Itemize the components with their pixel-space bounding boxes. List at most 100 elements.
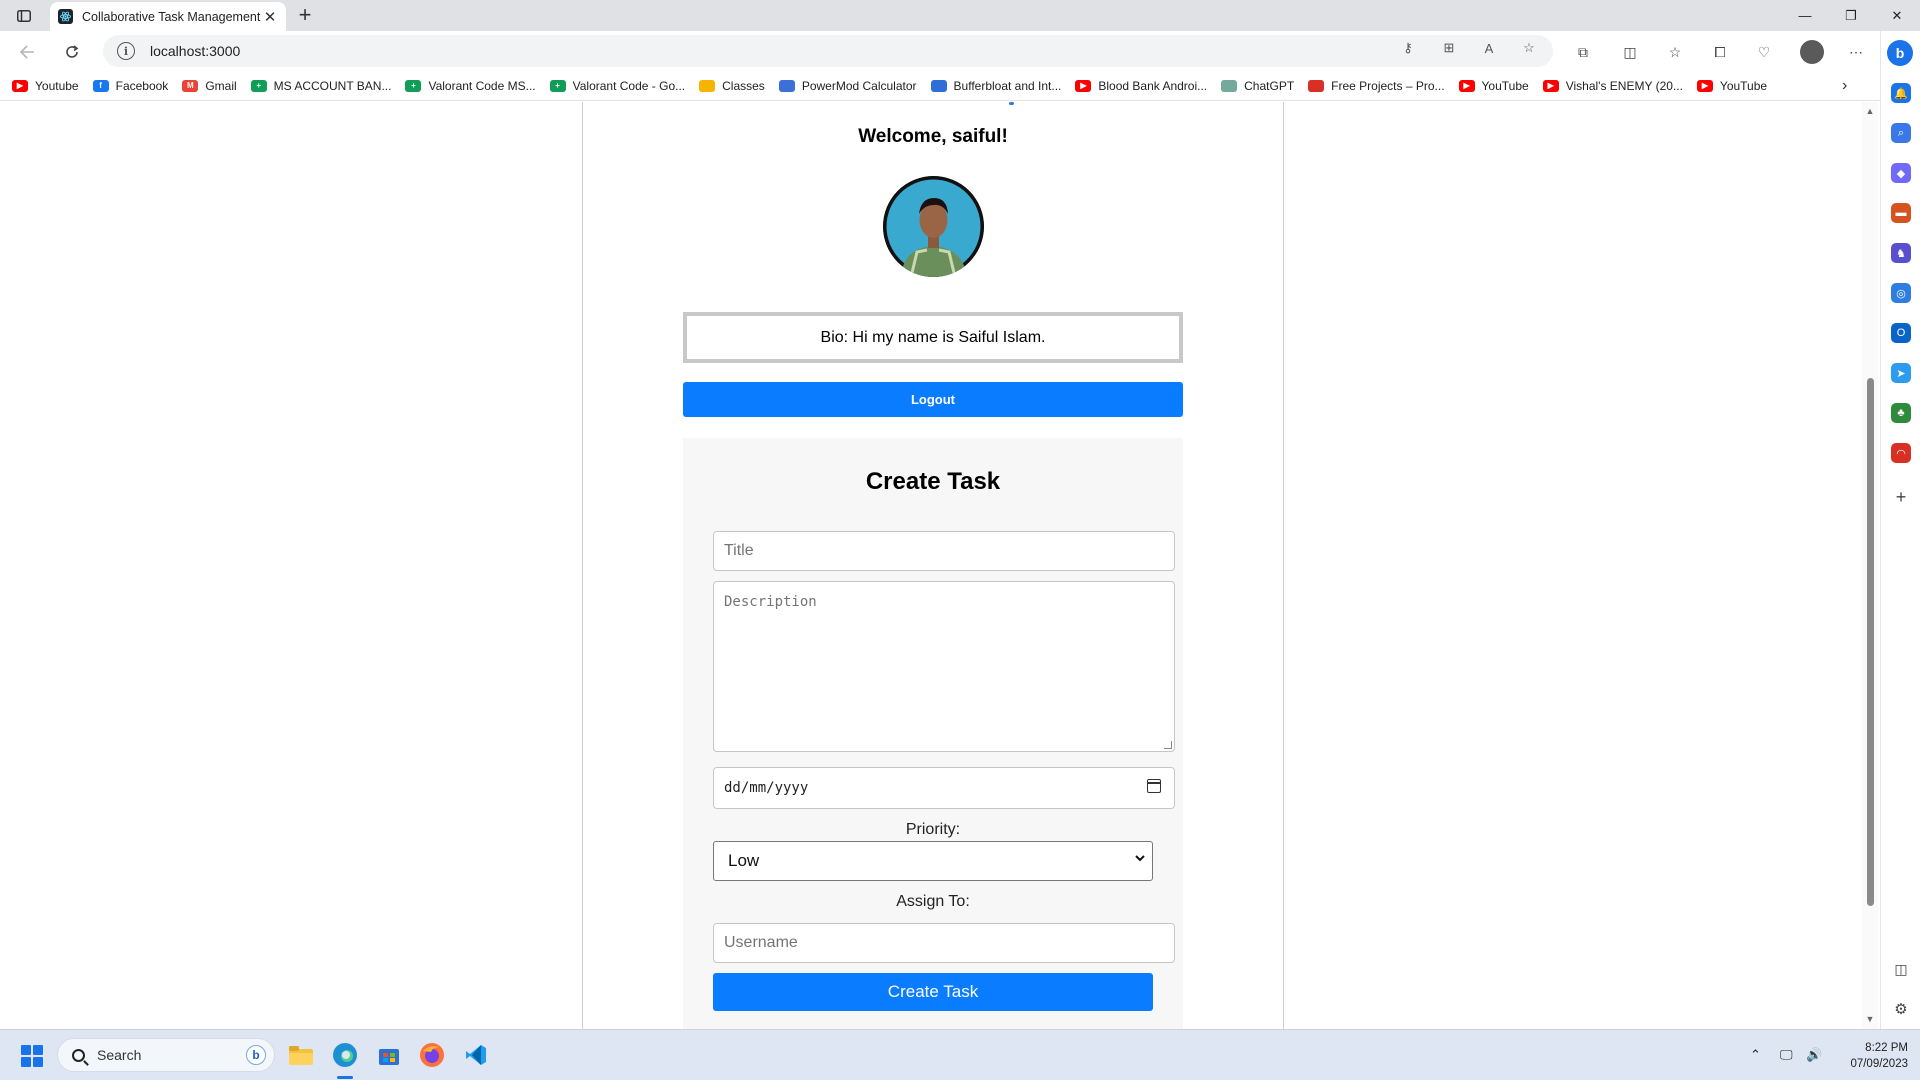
- bing-copilot-icon[interactable]: b: [1887, 40, 1913, 66]
- volume-icon[interactable]: 🔊: [1806, 1047, 1822, 1063]
- network-icon[interactable]: 🖵: [1780, 1047, 1793, 1063]
- outlook-icon[interactable]: O: [1891, 323, 1911, 343]
- bookmark-label: Valorant Code - Go...: [572, 78, 686, 93]
- browser-essentials-icon[interactable]: ♡: [1754, 42, 1774, 62]
- microsoft-store-icon[interactable]: [374, 1040, 404, 1070]
- send-icon[interactable]: ➤: [1891, 363, 1911, 383]
- new-tab-button[interactable]: +: [293, 4, 317, 28]
- collections-icon[interactable]: ⧠: [1710, 42, 1730, 62]
- refresh-button[interactable]: [59, 39, 85, 65]
- favorite-star-icon[interactable]: ☆: [1520, 39, 1538, 57]
- sheets-icon: +: [549, 79, 566, 92]
- bookmark-item[interactable]: f Facebook: [92, 79, 168, 93]
- bookmark-item[interactable]: Free Projects – Pro...: [1308, 79, 1445, 93]
- system-clock[interactable]: 8:22 PM 07/09/2023: [1830, 1040, 1908, 1072]
- games-icon[interactable]: ♞: [1891, 243, 1911, 263]
- tree-icon[interactable]: ♣: [1891, 403, 1911, 423]
- assign-to-label: Assign To:: [896, 893, 970, 910]
- settings-gear-icon[interactable]: ⚙: [1891, 999, 1911, 1019]
- add-sidebar-icon[interactable]: +: [1891, 487, 1911, 507]
- youtube-icon: ▶: [1542, 79, 1559, 92]
- notifications-icon[interactable]: 🔔: [1891, 83, 1911, 103]
- read-aloud-icon[interactable]: A: [1480, 39, 1498, 57]
- sheets-icon: +: [405, 79, 422, 92]
- app-available-icon[interactable]: ⊞: [1440, 39, 1458, 57]
- youtube-icon: ▶: [1458, 79, 1475, 92]
- calendar-icon[interactable]: [1147, 779, 1161, 793]
- bookmark-item[interactable]: ChatGPT: [1221, 79, 1294, 93]
- app-container: Welcome, saiful! Bio: Hi my name is Saif…: [582, 102, 1284, 1029]
- search-icon: [72, 1048, 85, 1062]
- hide-sidebar-icon[interactable]: ◫: [1891, 959, 1911, 979]
- site-info-icon[interactable]: i: [117, 42, 135, 60]
- bio-text: Bio: Hi my name is Saiful Islam.: [820, 328, 1046, 346]
- description-textarea[interactable]: Description: [713, 581, 1175, 752]
- page-scrollbar[interactable]: ▲ ▼: [1862, 102, 1878, 1029]
- edge-browser-icon[interactable]: [330, 1040, 360, 1070]
- microsoft365-icon[interactable]: ◎: [1891, 283, 1911, 303]
- priority-label: Priority:: [905, 821, 961, 838]
- taskbar-search[interactable]: Search b: [57, 1038, 275, 1072]
- scroll-thumb[interactable]: [1867, 378, 1874, 906]
- bookmark-item[interactable]: + Valorant Code MS...: [405, 78, 536, 93]
- back-button[interactable]: [14, 39, 40, 65]
- bookmark-item[interactable]: M Gmail: [182, 79, 237, 93]
- key-icon[interactable]: ⚷: [1399, 39, 1417, 57]
- speedtest-icon[interactable]: ◠: [1891, 443, 1911, 463]
- tab-close-icon[interactable]: ✕: [262, 8, 278, 26]
- address-bar[interactable]: i localhost:3000: [103, 35, 1553, 67]
- create-task-heading: Create Task: [865, 468, 1001, 495]
- file-explorer-icon[interactable]: [286, 1040, 316, 1070]
- bookmark-item[interactable]: + MS ACCOUNT BAN...: [250, 79, 391, 93]
- split-screen-icon[interactable]: ◫: [1620, 42, 1640, 62]
- create-task-button[interactable]: Create Task: [713, 973, 1153, 1011]
- bookmark-item[interactable]: ▶ Blood Bank Androi...: [1075, 79, 1207, 93]
- profile-avatar-icon[interactable]: [1800, 40, 1824, 64]
- welcome-heading: Welcome, saiful!: [858, 126, 1008, 147]
- windows-start-icon[interactable]: [21, 1045, 43, 1067]
- bookmark-item[interactable]: PowerMod Calculator: [778, 78, 917, 93]
- more-menu-icon[interactable]: ⋯: [1846, 42, 1866, 62]
- bookmark-label: PowerMod Calculator: [801, 78, 917, 93]
- priority-select[interactable]: Low: [713, 841, 1153, 881]
- gmail-icon: M: [182, 79, 199, 92]
- favorites-icon[interactable]: ☆: [1665, 42, 1685, 62]
- bookmark-item[interactable]: ▶ YouTube: [1696, 78, 1768, 93]
- browser-tab-active[interactable]: Collaborative Task Management ✕: [50, 2, 286, 31]
- tools-icon[interactable]: ▬: [1891, 203, 1911, 223]
- title-input[interactable]: Title: [713, 531, 1175, 571]
- bookmarks-overflow-icon[interactable]: ›: [1842, 77, 1847, 95]
- vscode-icon[interactable]: [461, 1040, 491, 1070]
- bookmark-label: YouTube: [1719, 78, 1768, 93]
- logout-button[interactable]: Logout: [683, 382, 1183, 417]
- bing-icon[interactable]: b: [246, 1045, 266, 1065]
- projects-icon: [1308, 79, 1325, 92]
- tab-actions-icon[interactable]: [10, 5, 38, 27]
- username-placeholder: Username: [724, 934, 798, 951]
- firefox-icon[interactable]: [417, 1040, 447, 1070]
- sheets-icon: +: [250, 79, 267, 92]
- taskbar-search-label: Search: [97, 1047, 142, 1063]
- bookmark-item[interactable]: Classes: [699, 79, 765, 93]
- show-hidden-icons-icon[interactable]: ⌃: [1750, 1047, 1761, 1063]
- extensions-icon[interactable]: ⧉: [1573, 42, 1593, 62]
- search-sidebar-icon[interactable]: ⌕: [1891, 123, 1911, 143]
- resize-handle-icon[interactable]: [1164, 741, 1172, 749]
- bookmark-item[interactable]: + Valorant Code - Go...: [549, 78, 686, 93]
- bookmark-label: YouTube: [1481, 78, 1529, 93]
- scroll-down-icon[interactable]: ▼: [1865, 1014, 1875, 1024]
- calculator-icon: [778, 79, 795, 92]
- bookmark-item[interactable]: Bufferbloat and Int...: [930, 79, 1061, 93]
- restore-button[interactable]: ❐: [1828, 0, 1874, 31]
- shopping-icon[interactable]: ◆: [1891, 163, 1911, 183]
- bookmark-item[interactable]: ▶ Vishal's ENEMY (20...: [1542, 79, 1683, 93]
- minimize-button[interactable]: —: [1782, 0, 1828, 31]
- bookmark-label: Valorant Code MS...: [428, 78, 536, 93]
- bookmark-item[interactable]: ▶ Youtube: [12, 79, 79, 93]
- due-date-input[interactable]: dd/mm/yyyy: [713, 767, 1175, 809]
- clock-date: 07/09/2023: [1850, 1058, 1908, 1070]
- bookmark-item[interactable]: ▶ YouTube: [1458, 78, 1529, 93]
- close-window-button[interactable]: ✕: [1874, 0, 1920, 31]
- scroll-up-icon[interactable]: ▲: [1865, 106, 1875, 116]
- username-input[interactable]: Username: [713, 923, 1175, 963]
